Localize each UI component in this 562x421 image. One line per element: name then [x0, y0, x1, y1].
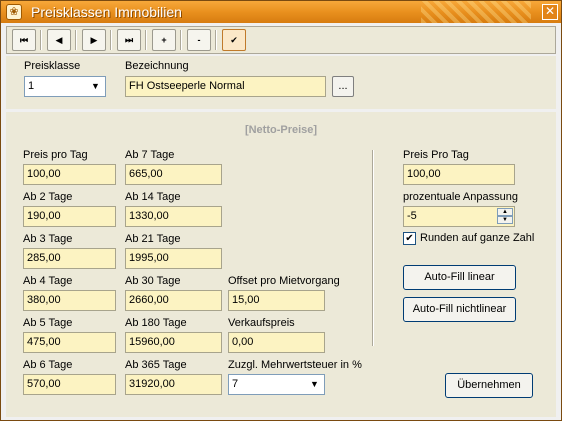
titlebar-decoration — [421, 1, 531, 23]
preis-pro-tag-field[interactable]: 100,00 — [403, 164, 515, 185]
toolbar-separator — [215, 30, 217, 50]
price-field[interactable]: 2660,00 — [125, 290, 222, 311]
price-label: Ab 180 Tage — [125, 317, 187, 329]
toolbar-separator — [110, 30, 112, 50]
verkaufspreis-label: Verkaufspreis — [228, 317, 295, 329]
bezeichnung-field[interactable]: FH Ostseeperle Normal — [125, 76, 326, 97]
close-icon[interactable]: ✕ — [542, 4, 558, 20]
header-panel: Preisklasse 1 ▼ Bezeichnung FH Ostseeper… — [6, 56, 556, 109]
previous-record-icon[interactable]: ◀ — [47, 29, 71, 51]
mwst-value: 7 — [232, 378, 239, 390]
toolbar-separator — [75, 30, 77, 50]
price-field[interactable]: 380,00 — [23, 290, 116, 311]
chevron-down-icon[interactable]: ▼ — [87, 78, 104, 95]
price-field[interactable]: 100,00 — [23, 164, 116, 185]
preisklasse-select[interactable]: 1 ▼ — [24, 76, 106, 97]
preis-pro-tag-label: Preis Pro Tag — [403, 149, 469, 161]
verkaufspreis-field[interactable]: 0,00 — [228, 332, 325, 353]
spin-up-icon[interactable]: ▲ — [497, 208, 513, 216]
price-field[interactable]: 15960,00 — [125, 332, 222, 353]
next-record-icon[interactable]: ▶ — [82, 29, 106, 51]
mwst-select[interactable]: 7 ▼ — [228, 374, 325, 395]
price-label: Ab 14 Tage — [125, 191, 181, 203]
price-label: Ab 2 Tage — [23, 191, 73, 203]
confirm-icon[interactable]: ✔ — [222, 29, 246, 51]
price-field[interactable]: 665,00 — [125, 164, 222, 185]
price-label: Ab 4 Tage — [23, 275, 73, 287]
last-record-icon[interactable]: ⏭ — [117, 29, 141, 51]
delete-record-icon[interactable]: - — [187, 29, 211, 51]
price-label: Ab 3 Tage — [23, 233, 73, 245]
first-record-icon[interactable]: ⏮ — [12, 29, 36, 51]
price-label: Ab 6 Tage — [23, 359, 73, 371]
runden-label: Runden auf ganze Zahl — [420, 232, 535, 244]
toolbar-separator — [40, 30, 42, 50]
price-field[interactable]: 570,00 — [23, 374, 116, 395]
preisklassen-window: ❀ Preisklassen Immobilien ✕ ⏮ ◀ ▶ ⏭ + - … — [0, 0, 562, 421]
anpassung-label: prozentuale Anpassung — [403, 191, 518, 203]
toolbar-separator — [180, 30, 182, 50]
prices-panel: [Netto-Preise] Preis pro Tag 100,00 Ab 2… — [6, 112, 556, 417]
navigation-toolbar: ⏮ ◀ ▶ ⏭ + - ✔ — [6, 26, 556, 54]
price-label: Ab 21 Tage — [125, 233, 181, 245]
apply-button[interactable]: Übernehmen — [445, 373, 533, 398]
price-field[interactable]: 285,00 — [23, 248, 116, 269]
price-label: Preis pro Tag — [23, 149, 88, 161]
preisklasse-label: Preisklasse — [24, 60, 81, 72]
anpassung-spinner[interactable]: -5 ▲ ▼ — [403, 206, 515, 227]
price-field[interactable]: 475,00 — [23, 332, 116, 353]
autofill-nonlinear-button[interactable]: Auto-Fill nichtlinear — [403, 297, 516, 322]
price-field[interactable]: 1330,00 — [125, 206, 222, 227]
add-record-icon[interactable]: + — [152, 29, 176, 51]
price-label: Ab 30 Tage — [125, 275, 181, 287]
preisklasse-value: 1 — [28, 80, 35, 92]
vertical-divider — [372, 150, 374, 346]
price-label: Ab 7 Tage — [125, 149, 175, 161]
price-label: Ab 365 Tage — [125, 359, 187, 371]
window-title: Preisklassen Immobilien — [31, 4, 182, 20]
mwst-label: Zuzgl. Mehrwertsteuer in % — [228, 359, 362, 371]
price-field[interactable]: 190,00 — [23, 206, 116, 227]
app-icon: ❀ — [6, 4, 22, 20]
offset-label: Offset pro Mietvorgang — [228, 275, 340, 287]
section-title: [Netto-Preise] — [244, 124, 318, 136]
spin-down-icon[interactable]: ▼ — [497, 216, 513, 224]
spinner-buttons: ▲ ▼ — [497, 208, 513, 225]
autofill-linear-button[interactable]: Auto-Fill linear — [403, 265, 516, 290]
title-bar: ❀ Preisklassen Immobilien ✕ — [1, 1, 561, 23]
bezeichnung-label: Bezeichnung — [125, 60, 189, 72]
anpassung-value: -5 — [407, 210, 417, 222]
chevron-down-icon[interactable]: ▼ — [306, 376, 323, 393]
offset-field[interactable]: 15,00 — [228, 290, 325, 311]
browse-button[interactable]: ... — [332, 76, 354, 97]
runden-checkbox[interactable]: ✔ — [403, 232, 416, 245]
price-field[interactable]: 31920,00 — [125, 374, 222, 395]
toolbar-separator — [145, 30, 147, 50]
price-field[interactable]: 1995,00 — [125, 248, 222, 269]
price-label: Ab 5 Tage — [23, 317, 73, 329]
